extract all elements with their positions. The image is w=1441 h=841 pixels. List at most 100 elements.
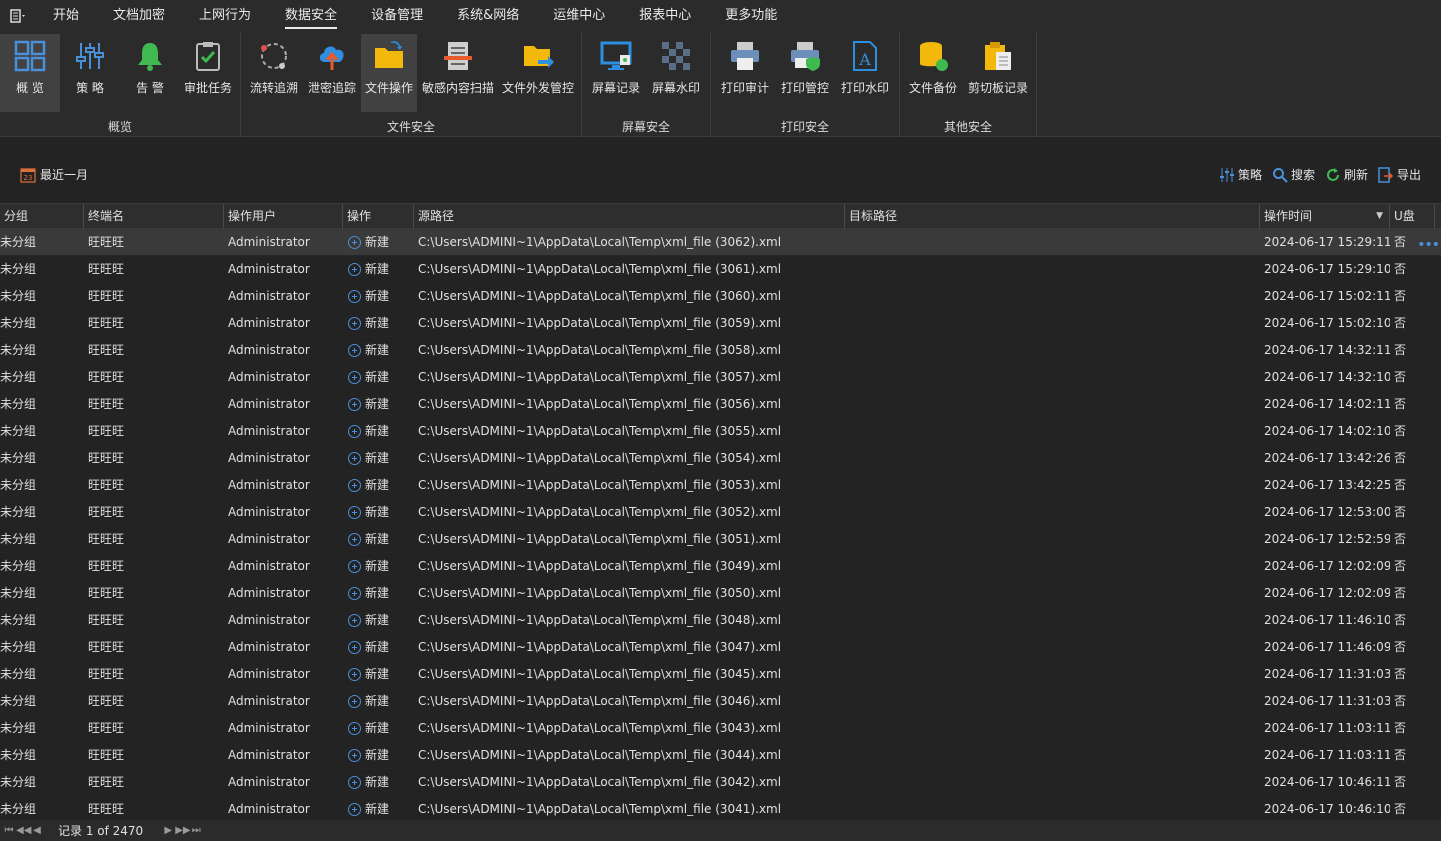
cell-terminal: 旺旺旺 <box>88 370 125 384</box>
table-row[interactable]: 未分组 旺旺旺 Administrator 新建 C:\Users\ADMINI~1\A… <box>0 742 1441 769</box>
screen-record-label: 屏幕记录 <box>591 81 640 95</box>
table-row[interactable]: 未分组 旺旺旺 Administrator 新建 C:\Users\ADMINI~1\A… <box>0 418 1441 445</box>
table-row[interactable]: 未分组 旺旺旺 Administrator 新建 C:\Users\ADMINI~1\A… <box>0 472 1441 499</box>
table-row[interactable]: 未分组 旺旺旺 Administrator 新建 C:\Users\ADMINI~1\A… <box>0 796 1441 820</box>
table-row[interactable]: 未分组 旺旺旺 Administrator 新建 C:\Users\ADMINI~1\A… <box>0 715 1441 742</box>
op-label: 新建 <box>365 559 390 573</box>
cell-op: 新建 <box>348 634 414 661</box>
table-row[interactable]: 未分组 旺旺旺 Administrator 新建 C:\Users\ADMINI~1\A… <box>0 634 1441 661</box>
sensitive-scan-button[interactable]: 敏感内容扫描 <box>419 34 497 112</box>
cell-group: 未分组 <box>0 397 37 411</box>
file-backup-button[interactable]: 文件备份 <box>904 34 962 112</box>
screen-record-button[interactable]: 屏幕记录 <box>588 34 644 112</box>
table-row[interactable]: 未分组 旺旺旺 Administrator 新建 C:\Users\ADMINI~1\A… <box>0 553 1441 580</box>
cell-src-path: C:\Users\ADMINI~1\AppData\Local\Temp\xml… <box>418 343 782 357</box>
next-page-group-button[interactable]: ▶▶ <box>175 825 190 836</box>
add-circle-icon <box>348 263 361 276</box>
file-ops-button[interactable]: 文件操作 <box>361 34 417 112</box>
table-row[interactable]: 未分组 旺旺旺 Administrator 新建 C:\Users\ADMINI~1\A… <box>0 283 1441 310</box>
flow-trace-button[interactable]: 流转追溯 <box>245 34 303 112</box>
table-row[interactable]: 未分组 旺旺旺 Administrator 新建 C:\Users\ADMINI~1\A… <box>0 364 1441 391</box>
file-outbound-button[interactable]: 文件外发管控 <box>499 34 577 112</box>
add-circle-icon <box>348 425 361 438</box>
column-header-user[interactable]: 操作用户 <box>224 204 343 229</box>
table-body: 未分组 旺旺旺 Administrator 新建 C:\Users\ADMINI~1\A… <box>0 229 1441 820</box>
next-record-button[interactable]: ▶ <box>161 825 175 836</box>
column-header-group[interactable]: 分组 <box>0 204 84 229</box>
column-header-terminal[interactable]: 终端名 <box>84 204 224 229</box>
cell-src-path: C:\Users\ADMINI~1\AppData\Local\Temp\xml… <box>418 505 782 519</box>
add-circle-icon <box>348 236 361 249</box>
table-row[interactable]: 未分组 旺旺旺 Administrator 新建 C:\Users\ADMINI~1\A… <box>0 769 1441 796</box>
print-control-button[interactable]: 打印管控 <box>777 34 833 112</box>
table-row[interactable]: 未分组 旺旺旺 Administrator 新建 C:\Users\ADMINI~1\A… <box>0 526 1441 553</box>
op-label: 新建 <box>365 613 390 627</box>
cell-user: Administrator <box>228 235 310 249</box>
column-header-usb[interactable]: U盘 <box>1390 204 1435 229</box>
clipboard-record-button[interactable]: 剪切板记录 <box>964 34 1032 112</box>
table-row[interactable]: 未分组 旺旺旺 Administrator 新建 C:\Users\ADMINI~1\A… <box>0 391 1441 418</box>
menu-device-mgmt[interactable]: 设备管理 <box>354 0 440 32</box>
policy-action[interactable]: 策略 <box>1219 166 1262 183</box>
table-row[interactable]: 未分组 旺旺旺 Administrator 新建 C:\Users\ADMINI~1\A… <box>0 688 1441 715</box>
column-header-src-path[interactable]: 源路径 <box>414 204 845 229</box>
cell-terminal: 旺旺旺 <box>88 667 125 681</box>
print-audit-label: 打印审计 <box>720 81 769 95</box>
search-action[interactable]: 搜索 <box>1272 166 1315 183</box>
cell-src-path: C:\Users\ADMINI~1\AppData\Local\Temp\xml… <box>418 667 782 681</box>
column-header-time[interactable]: 操作时间 ▼ <box>1260 204 1390 229</box>
app-menu-icon[interactable] <box>0 0 36 32</box>
column-header-dst-path[interactable]: 目标路径 <box>845 204 1260 229</box>
menu-web-behavior[interactable]: 上网行为 <box>182 0 268 32</box>
cell-group: 未分组 <box>0 451 37 465</box>
policy-label: 策 略 <box>76 81 104 95</box>
cell-user: Administrator <box>228 424 310 438</box>
screen-watermark-label: 屏幕水印 <box>651 81 700 95</box>
last-page-button[interactable]: ⏭ <box>189 825 203 836</box>
export-action[interactable]: 导出 <box>1378 166 1421 183</box>
overview-button[interactable]: 概 览 <box>0 34 60 112</box>
menu-data-security[interactable]: 数据安全 <box>268 0 354 32</box>
table-row[interactable]: 未分组 旺旺旺 Administrator 新建 C:\Users\ADMINI~1\A… <box>0 256 1441 283</box>
menu-report-center[interactable]: 报表中心 <box>622 0 708 32</box>
menu-doc-encrypt[interactable]: 文档加密 <box>96 0 182 32</box>
table-row[interactable]: 未分组 旺旺旺 Administrator 新建 C:\Users\ADMINI~1\A… <box>0 580 1441 607</box>
cell-usb: 否 <box>1394 586 1407 600</box>
printer-shield-icon <box>787 38 823 74</box>
table-row[interactable]: 未分组 旺旺旺 Administrator 新建 C:\Users\ADMINI~1\A… <box>0 499 1441 526</box>
print-audit-button[interactable]: 打印审计 <box>717 34 773 112</box>
policy-button[interactable]: 策 略 <box>62 34 118 112</box>
leak-trace-button[interactable]: 泄密追踪 <box>305 34 359 112</box>
table-row[interactable]: 未分组 旺旺旺 Administrator 新建 C:\Users\ADMINI~1\A… <box>0 310 1441 337</box>
ribbon: 概 览 策 略 告 警 审批任务 概览 流转追溯 泄密追踪 文件操作 敏感内容扫… <box>0 32 1441 137</box>
table-row[interactable]: 未分组 旺旺旺 Administrator 新建 C:\Users\ADMINI~1\A… <box>0 661 1441 688</box>
cell-dst-path <box>849 607 1260 634</box>
column-header-op[interactable]: 操作 <box>343 204 414 229</box>
refresh-action[interactable]: 刷新 <box>1325 166 1368 183</box>
cell-terminal: 旺旺旺 <box>88 289 125 303</box>
op-label: 新建 <box>365 397 390 411</box>
table-row[interactable]: 未分组 旺旺旺 Administrator 新建 C:\Users\ADMINI~1\A… <box>0 445 1441 472</box>
table-row[interactable]: 未分组 旺旺旺 Administrator 新建 C:\Users\ADMINI~1\A… <box>0 229 1441 256</box>
table-row[interactable]: 未分组 旺旺旺 Administrator 新建 C:\Users\ADMINI~1\A… <box>0 607 1441 634</box>
first-page-button[interactable]: ⏮ <box>2 825 16 836</box>
prev-page-group-button[interactable]: ◀◀ <box>16 825 31 836</box>
menu-start[interactable]: 开始 <box>36 0 96 32</box>
table-row[interactable]: 未分组 旺旺旺 Administrator 新建 C:\Users\ADMINI~1\A… <box>0 337 1441 364</box>
prev-record-button[interactable]: ◀ <box>30 825 44 836</box>
alert-label: 告 警 <box>136 81 164 95</box>
approval-button[interactable]: 审批任务 <box>180 34 236 112</box>
alert-button[interactable]: 告 警 <box>122 34 178 112</box>
op-label: 新建 <box>365 694 390 708</box>
menu-system-network[interactable]: 系统&网络 <box>440 0 536 32</box>
menu-more[interactable]: 更多功能 <box>708 0 794 32</box>
add-circle-icon <box>348 722 361 735</box>
sliders-icon <box>1219 167 1234 182</box>
print-watermark-button[interactable]: A 打印水印 <box>837 34 893 112</box>
cell-op: 新建 <box>348 229 414 256</box>
menu-ops-center[interactable]: 运维中心 <box>536 0 622 32</box>
more-options-icon[interactable]: ••• <box>1417 237 1440 253</box>
screen-watermark-button[interactable]: 屏幕水印 <box>648 34 704 112</box>
date-range-selector[interactable]: 23 最近一月 <box>20 166 88 183</box>
cell-src-path: C:\Users\ADMINI~1\AppData\Local\Temp\xml… <box>418 397 782 411</box>
